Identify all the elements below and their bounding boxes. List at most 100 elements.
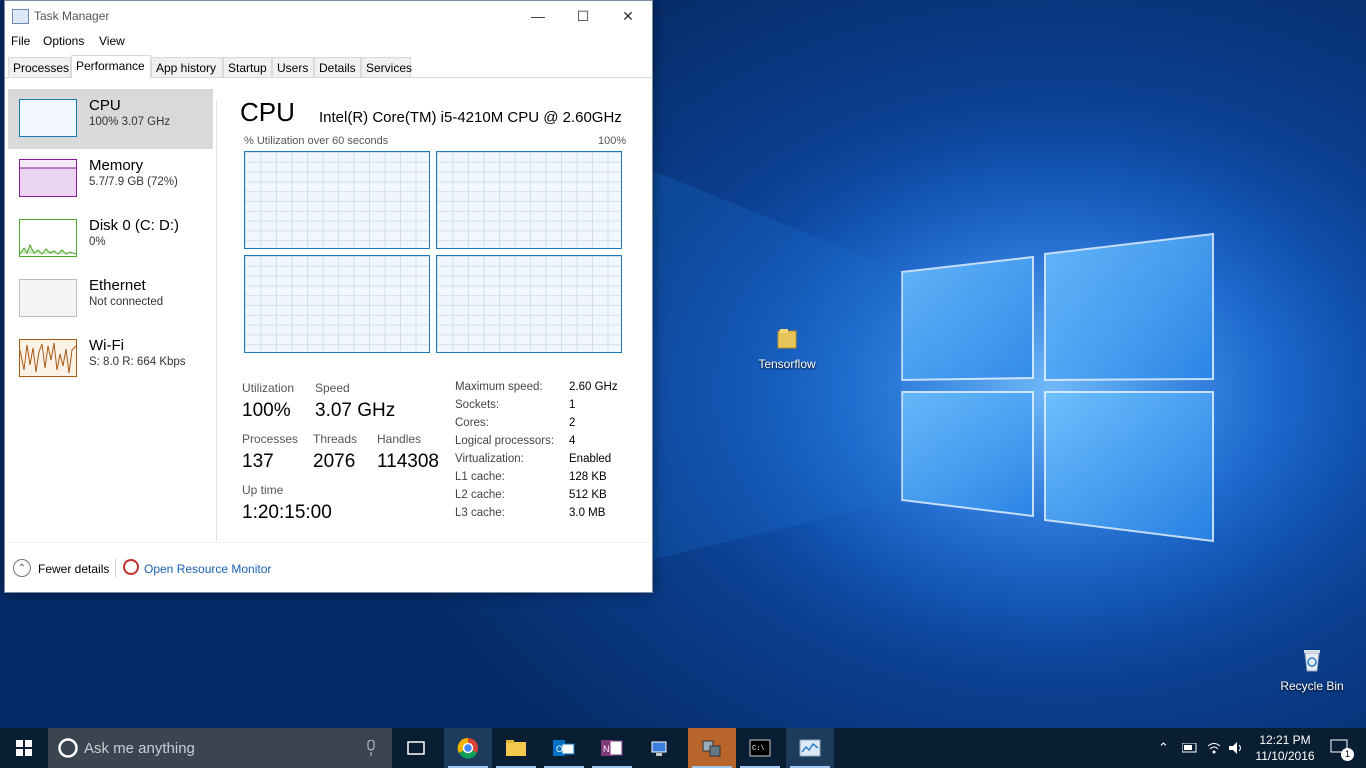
chrome-icon [457, 737, 478, 759]
taskbar-app-chrome[interactable] [444, 728, 492, 768]
title-bar[interactable]: Task Manager — ☐ ✕ [5, 1, 652, 31]
menu-options[interactable]: Options [43, 34, 84, 48]
folder-icon [777, 329, 797, 349]
task-view-button[interactable] [392, 728, 440, 768]
taskbar-app-task-manager[interactable] [786, 728, 834, 768]
remote-desktop-icon [651, 741, 667, 756]
tab-services[interactable]: Services [361, 57, 412, 77]
sidebar-item-name: Ethernet [89, 277, 146, 294]
uptime-value: 1:20:15:00 [242, 502, 332, 523]
taskbar-app-remote-desktop[interactable] [636, 728, 684, 768]
volume-icon[interactable] [1228, 741, 1244, 755]
uptime-label: Up time [242, 483, 284, 497]
taskbar-app-outlook[interactable]: O [540, 728, 588, 768]
window-title: Task Manager [34, 9, 110, 23]
graph-max-label: 100% [598, 135, 627, 147]
tab-users[interactable]: Users [272, 57, 314, 77]
page-title: CPU [240, 97, 295, 127]
maximize-button[interactable]: ☐ [560, 1, 606, 31]
threads-label: Threads [313, 432, 358, 446]
search-box[interactable]: Ask me anything [48, 728, 392, 768]
battery-icon[interactable] [1182, 743, 1198, 753]
sidebar-item-name: Disk 0 (C: D:) [89, 217, 179, 234]
chevron-up-icon[interactable]: ⌃ [13, 559, 31, 577]
tab-details[interactable]: Details [314, 57, 361, 77]
windows-logo-icon [16, 740, 32, 756]
sidebar-item-disk[interactable]: Disk 0 (C: D:) 0% [8, 209, 213, 269]
action-center-button[interactable]: 1 [1320, 728, 1360, 768]
desktop-icon-recycle-bin[interactable]: Recycle Bin [1277, 648, 1347, 693]
spec-key: L3 cache: [455, 507, 505, 519]
spec-key: Virtualization: [455, 453, 524, 465]
sidebar-item-sub: Not connected [89, 296, 164, 308]
sidebar-item-sub: 100% 3.07 GHz [89, 116, 171, 128]
svg-text:O: O [556, 744, 563, 754]
fewer-details-link[interactable]: Fewer details [38, 562, 109, 576]
tab-performance[interactable]: Performance [71, 55, 151, 78]
onenote-icon: N [601, 740, 623, 756]
task-manager-window: Task Manager — ☐ ✕ File Options View Pro… [4, 0, 653, 593]
taskbar-app-file-explorer[interactable] [492, 728, 540, 768]
handles-value: 114308 [377, 451, 439, 472]
taskbar: Ask me anything O N C:\ ⌃ 12:21 PM 11/10… [0, 728, 1366, 768]
cortana-icon [58, 738, 78, 758]
cpu-core-graph-2 [244, 255, 430, 353]
outlook-icon: O [553, 740, 575, 756]
spec-key: Cores: [455, 417, 489, 429]
command-prompt-icon: C:\ [749, 739, 771, 757]
start-button[interactable] [0, 728, 48, 768]
spec-key: Maximum speed: [455, 381, 543, 393]
spec-key: L1 cache: [455, 471, 505, 483]
speed-label: Speed [315, 381, 350, 395]
sidebar-item-wifi[interactable]: Wi-Fi S: 8.0 R: 664 Kbps [8, 329, 213, 389]
search-placeholder: Ask me anything [84, 740, 195, 757]
notification-badge: 1 [1341, 748, 1354, 761]
task-view-icon [407, 741, 425, 755]
clock-time: 12:21 PM [1259, 733, 1311, 747]
tab-processes[interactable]: Processes [8, 57, 71, 77]
handles-label: Handles [377, 432, 422, 446]
panel-divider [216, 101, 217, 541]
spec-value: 3.0 MB [569, 507, 606, 519]
taskbar-app-virtualbox[interactable] [688, 728, 736, 768]
clock[interactable]: 12:21 PM 11/10/2016 [1252, 732, 1318, 764]
sidebar-item-ethernet[interactable]: Ethernet Not connected [8, 269, 213, 329]
taskbar-app-onenote[interactable]: N [588, 728, 636, 768]
svg-text:N: N [603, 744, 610, 754]
sidebar-item-cpu[interactable]: CPU 100% 3.07 GHz [8, 89, 213, 149]
open-resource-monitor-link[interactable]: Open Resource Monitor [144, 562, 271, 576]
memory-thumbnail-graph [19, 159, 77, 197]
desktop-icon-label: Recycle Bin [1280, 679, 1344, 693]
desktop-icon-tensorflow[interactable]: Tensorflow [752, 328, 822, 371]
svg-text:C:\: C:\ [752, 745, 765, 753]
cpu-core-graph-3 [436, 255, 622, 353]
menu-view[interactable]: View [99, 34, 125, 48]
virtualbox-icon [702, 740, 721, 757]
taskbar-app-command-prompt[interactable]: C:\ [736, 728, 784, 768]
menu-bar: File Options View [5, 31, 652, 51]
ethernet-thumbnail-graph [19, 279, 77, 317]
wifi-icon[interactable] [1206, 741, 1222, 755]
tab-startup[interactable]: Startup [223, 57, 272, 77]
footer-divider [115, 559, 116, 577]
folder-icon [506, 740, 526, 756]
tab-bar: Processes Performance App history Startu… [5, 55, 652, 78]
processes-value: 137 [242, 451, 274, 472]
cpu-model-name: Intel(R) Core(TM) i5-4210M CPU @ 2.60GHz [319, 109, 622, 126]
cpu-thumbnail-graph [19, 99, 77, 137]
show-hidden-icons-icon[interactable]: ⌃ [1158, 740, 1169, 756]
sidebar-item-memory[interactable]: Memory 5.7/7.9 GB (72%) [8, 149, 213, 209]
footer-separator [5, 542, 652, 543]
sidebar-item-sub: 5.7/7.9 GB (72%) [89, 176, 178, 188]
minimize-button[interactable]: — [515, 1, 561, 31]
clock-date: 11/10/2016 [1255, 749, 1315, 763]
close-button[interactable]: ✕ [605, 1, 651, 31]
sidebar-item-sub: S: 8.0 R: 664 Kbps [89, 356, 186, 368]
tab-app-history[interactable]: App history [151, 57, 223, 77]
microphone-icon[interactable] [366, 740, 376, 756]
graph-label: % Utilization over 60 seconds [244, 135, 389, 147]
spec-key: Sockets: [455, 399, 500, 411]
recycle-bin-icon [1304, 650, 1320, 672]
task-manager-icon [12, 9, 29, 24]
menu-file[interactable]: File [11, 34, 30, 48]
